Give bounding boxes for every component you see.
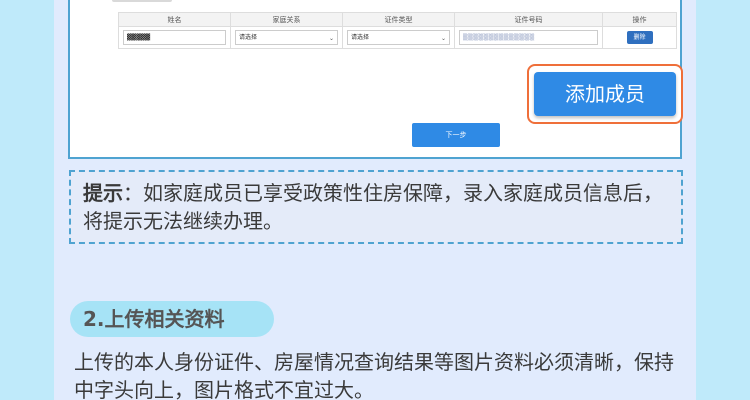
- column-header-name: 姓名: [118, 12, 231, 27]
- column-header-id-number: 证件号码: [454, 12, 603, 27]
- column-header-doc-type: 证件类型: [342, 12, 455, 27]
- doc-type-select-value: 请选择: [351, 34, 370, 41]
- column-header-action: 操作: [602, 12, 677, 27]
- tip-text: ：如家庭成员已享受政策性住房保障，录入家庭成员信息后，将提示无法继续办理。: [83, 181, 663, 233]
- relation-select[interactable]: 请选择 ⌄: [235, 30, 338, 45]
- chevron-down-icon: ⌄: [440, 35, 446, 42]
- section-title: 2.上传相关资料: [70, 301, 274, 337]
- chevron-down-icon: ⌄: [328, 35, 334, 42]
- tip-label: 提示: [83, 181, 123, 205]
- delete-button[interactable]: 删除: [626, 31, 653, 44]
- section-heading-blurred: [112, 0, 172, 2]
- family-member-table: 姓名 家庭关系 证件类型 证件号码 操作 ▓▓▓▓▓ 请选择 ⌄ 请选择 ⌄ ▒…: [118, 12, 677, 49]
- tip-box: 提示：如家庭成员已享受政策性住房保障，录入家庭成员信息后，将提示无法继续办理。: [69, 170, 683, 244]
- family-member-form: 姓名 家庭关系 证件类型 证件号码 操作 ▓▓▓▓▓ 请选择 ⌄ 请选择 ⌄ ▒…: [82, 0, 683, 147]
- next-step-button[interactable]: 下一步: [412, 123, 500, 147]
- column-header-relation: 家庭关系: [230, 12, 343, 27]
- section-body-text: 上传的本人身份证件、房屋情况查询结果等图片资料必须清晰，保持中字头向上，图片格式…: [74, 350, 674, 400]
- table-header-row: 姓名 家庭关系 证件类型 证件号码 操作: [118, 12, 677, 27]
- add-member-highlight: 添加成员: [527, 64, 683, 124]
- add-member-button[interactable]: 添加成员: [534, 72, 676, 116]
- name-input[interactable]: ▓▓▓▓▓: [123, 30, 226, 45]
- relation-select-value: 请选择: [239, 34, 258, 41]
- screenshot-frame: 姓名 家庭关系 证件类型 证件号码 操作 ▓▓▓▓▓ 请选择 ⌄ 请选择 ⌄ ▒…: [68, 0, 683, 159]
- id-number-value: ▒▒▒▒▒▒▒▒▒▒▒▒▒▒: [463, 34, 535, 41]
- table-row: ▓▓▓▓▓ 请选择 ⌄ 请选择 ⌄ ▒▒▒▒▒▒▒▒▒▒▒▒▒▒ 删除: [118, 26, 677, 49]
- id-number-input[interactable]: ▒▒▒▒▒▒▒▒▒▒▒▒▒▒: [459, 30, 598, 45]
- doc-type-select[interactable]: 请选择 ⌄: [347, 30, 450, 45]
